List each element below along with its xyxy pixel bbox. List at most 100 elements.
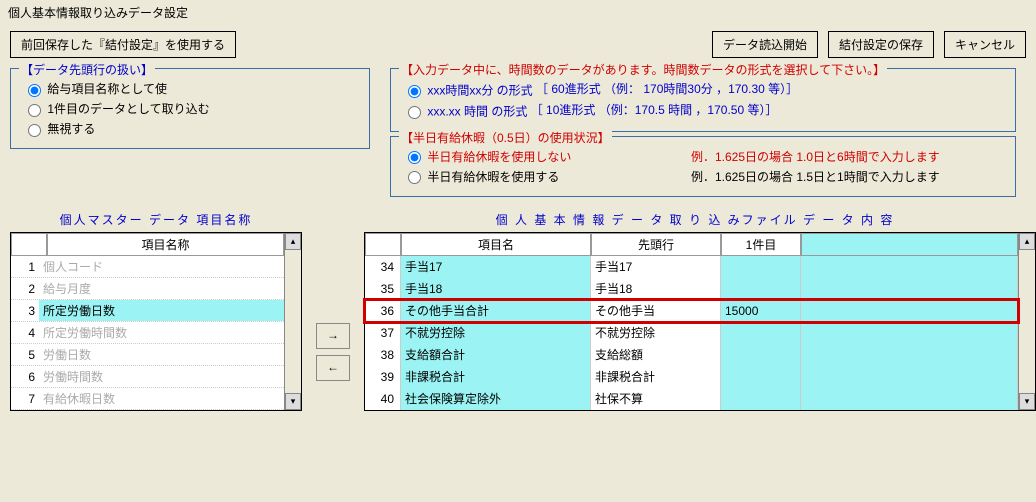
row-first [721, 278, 801, 300]
row-ahead: 手当18 [591, 278, 721, 300]
row-number: 38 [365, 344, 401, 366]
use-previous-button[interactable]: 前回保存した『結付設定』を使用する [10, 31, 236, 58]
radio-ignore-label: 無視する [47, 122, 95, 136]
list-item[interactable]: 5労働日数 [11, 344, 284, 366]
fieldset-half-legend: 【半日有給休暇（0.5日）の使用状況】 [399, 129, 612, 146]
radio-ignore[interactable] [28, 124, 41, 137]
radio-10-base[interactable] [408, 106, 421, 119]
table-row[interactable]: 34手当17手当17 [365, 256, 1018, 278]
left-col-head[interactable]: 項目名称 [47, 233, 284, 256]
left-num-head [11, 233, 47, 256]
row-pad [801, 300, 1018, 322]
row-ahead: 社保不算 [591, 388, 721, 410]
scroll-up-icon[interactable]: ▴ [285, 233, 301, 250]
right-name-head[interactable]: 項目名 [401, 233, 591, 256]
row-pad [801, 278, 1018, 300]
row-label: 所定労働時間数 [39, 322, 284, 343]
right-grid-header: 個 人 基 本 情 報 デ ー タ 取 り 込 みファイル デ ー タ 内 容 [354, 207, 1036, 232]
row-first: 15000 [721, 300, 801, 322]
table-row[interactable]: 36その他手当合計その他手当15000 [365, 300, 1018, 322]
fieldset-data-head-legend: 【データ先頭行の扱い】 [19, 61, 155, 78]
list-item[interactable]: 4所定労働時間数 [11, 322, 284, 344]
radio-as-column-name[interactable] [28, 84, 41, 97]
radio-half-use[interactable] [408, 171, 421, 184]
row-ahead: その他手当 [591, 300, 721, 322]
left-scrollbar[interactable]: ▴ ▾ [284, 233, 301, 410]
right-grid: 項目名 先頭行 1件目 34手当17手当1735手当18手当1836その他手当合… [364, 232, 1036, 411]
row-pad [801, 256, 1018, 278]
row-pad [801, 388, 1018, 410]
start-read-button[interactable]: データ読込開始 [712, 31, 818, 58]
fieldset-half-day: 【半日有給休暇（0.5日）の使用状況】 半日有給休暇を使用しない 例．1.625… [390, 136, 1016, 197]
row-first [721, 366, 801, 388]
radio-60-base[interactable] [408, 85, 421, 98]
row-label: 有給休暇日数 [39, 388, 284, 409]
row-first [721, 256, 801, 278]
row-number: 40 [365, 388, 401, 410]
row-ahead: 非課税合計 [591, 366, 721, 388]
radio-half-not-use[interactable] [408, 151, 421, 164]
list-item[interactable]: 7有給休暇日数 [11, 388, 284, 410]
row-number: 37 [365, 322, 401, 344]
row-number: 4 [11, 322, 39, 343]
right-num-head [365, 233, 401, 256]
right-pad-head [801, 233, 1018, 256]
row-pad [801, 366, 1018, 388]
arrow-left-button[interactable]: ← [316, 355, 350, 381]
fieldset-time-format: 【入力データ中に、時間数のデータがあります。時間数データの形式を選択して下さい。… [390, 68, 1016, 132]
row-label: 個人コード [39, 256, 284, 277]
radio-half-use-example: 例．1.625日の場合 1.5日と1時間で入力します [691, 168, 940, 185]
row-label: 所定労働日数 [39, 300, 284, 321]
table-row[interactable]: 38支給額合計支給総額 [365, 344, 1018, 366]
row-ahead: 手当17 [591, 256, 721, 278]
radio-as-first-row-label: 1件目のデータとして取り込む [47, 102, 209, 116]
radio-10-base-label-a: xxx.xx 時間 の形式 [427, 105, 527, 119]
right-ahead-head[interactable]: 先頭行 [591, 233, 721, 256]
table-row[interactable]: 35手当18手当18 [365, 278, 1018, 300]
left-grid-header: 個人マスター データ 項目名称 [0, 207, 312, 232]
row-number: 1 [11, 256, 39, 277]
radio-60-base-label-b: ［ 60進形式 （例： 170時間30分 ，170.30 等）］ [536, 82, 798, 96]
window-title: 個人基本情報取り込みデータ設定 [0, 0, 1036, 25]
row-first [721, 322, 801, 344]
right-scrollbar[interactable]: ▴ ▾ [1018, 233, 1035, 410]
row-name: 社会保険算定除外 [401, 388, 591, 410]
row-number: 7 [11, 388, 39, 409]
row-number: 39 [365, 366, 401, 388]
row-name: その他手当合計 [401, 300, 591, 322]
scroll-down-icon[interactable]: ▾ [285, 393, 301, 410]
arrow-right-button[interactable]: → [316, 323, 350, 349]
row-ahead: 不就労控除 [591, 322, 721, 344]
row-ahead: 支給総額 [591, 344, 721, 366]
radio-as-column-name-label: 給与項目名称として使 [47, 82, 167, 96]
radio-60-base-label-a: xxx時間xx分 の形式 [427, 83, 532, 97]
row-number: 2 [11, 278, 39, 299]
radio-half-not-use-label: 半日有給休暇を使用しない [427, 150, 571, 164]
table-row[interactable]: 40社会保険算定除外社保不算 [365, 388, 1018, 410]
row-name: 非課税合計 [401, 366, 591, 388]
scroll-up-icon[interactable]: ▴ [1019, 233, 1035, 250]
list-item[interactable]: 1個人コード [11, 256, 284, 278]
row-name: 不就労控除 [401, 322, 591, 344]
right-first-head[interactable]: 1件目 [721, 233, 801, 256]
row-name: 手当18 [401, 278, 591, 300]
list-item[interactable]: 6労働時間数 [11, 366, 284, 388]
radio-half-not-use-example: 例．1.625日の場合 1.0日と6時間で入力します [691, 148, 940, 165]
row-number: 6 [11, 366, 39, 387]
row-first [721, 344, 801, 366]
row-label: 労働時間数 [39, 366, 284, 387]
row-name: 支給額合計 [401, 344, 591, 366]
scroll-down-icon[interactable]: ▾ [1019, 393, 1035, 410]
radio-as-first-row[interactable] [28, 104, 41, 117]
row-number: 34 [365, 256, 401, 278]
table-row[interactable]: 39非課税合計非課税合計 [365, 366, 1018, 388]
list-item[interactable]: 2給与月度 [11, 278, 284, 300]
save-settings-button[interactable]: 結付設定の保存 [828, 31, 934, 58]
row-first [721, 388, 801, 410]
top-bar: 前回保存した『結付設定』を使用する データ読込開始 結付設定の保存 キャンセル [0, 25, 1036, 64]
cancel-button[interactable]: キャンセル [944, 31, 1026, 58]
list-item[interactable]: 3所定労働日数 [11, 300, 284, 322]
left-grid: 項目名称 1個人コード2給与月度3所定労働日数4所定労働時間数5労働日数6労働時… [10, 232, 302, 411]
table-row[interactable]: 37不就労控除不就労控除 [365, 322, 1018, 344]
row-name: 手当17 [401, 256, 591, 278]
